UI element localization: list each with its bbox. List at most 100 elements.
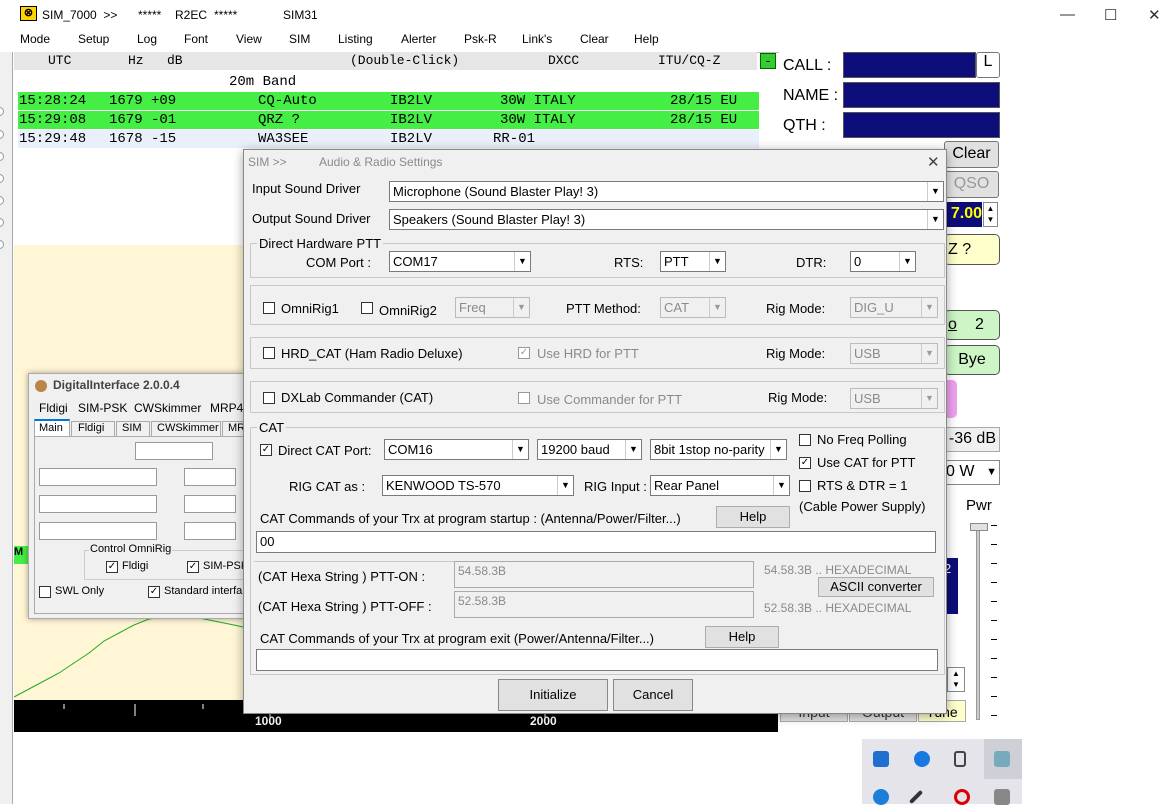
di-menu-simpsk[interactable]: SIM-PSK — [78, 401, 127, 415]
menu-sim[interactable]: SIM — [289, 32, 310, 46]
rig-mode-select-hrd[interactable]: USB ▼ — [850, 343, 938, 364]
usb-drive-icon[interactable] — [954, 751, 966, 767]
use-cat-ptt-checkbox[interactable]: ✓ — [799, 457, 811, 469]
di-tab-fldigi[interactable]: Fldigi — [71, 421, 115, 437]
spectrum-trace — [14, 612, 244, 698]
power-select[interactable]: 0 W ▼ — [944, 460, 1000, 485]
di-tab-cwskimmer[interactable]: CWSkimmer — [151, 421, 221, 437]
di-field[interactable] — [184, 495, 236, 513]
startup-help-button[interactable]: Help — [716, 506, 790, 528]
dialog-close-button[interactable]: ✕ — [927, 153, 940, 171]
rig-mode-select-omnirig[interactable]: DIG_U ▼ — [850, 297, 938, 318]
menu-alerter[interactable]: Alerter — [401, 32, 436, 46]
menu-help[interactable]: Help — [634, 32, 659, 46]
menu-mode[interactable]: Mode — [20, 32, 50, 46]
menu-log[interactable]: Log — [137, 32, 157, 46]
di-field[interactable] — [184, 468, 236, 486]
minimize-button[interactable]: — — [1060, 6, 1075, 23]
power-slider-thumb[interactable] — [970, 523, 988, 531]
di-tab-mr[interactable]: MR — [222, 421, 244, 437]
omnirig-freq-select[interactable]: Freq ▼ — [455, 297, 530, 318]
menu-setup[interactable]: Setup — [78, 32, 109, 46]
menu-clear[interactable]: Clear — [580, 32, 609, 46]
di-field[interactable] — [135, 442, 213, 460]
bye-button[interactable]: Bye — [944, 345, 1000, 375]
table-row[interactable]: 15:29:08 1679 -01 QRZ ? IB2LV 30W ITALY … — [18, 111, 759, 129]
direct-cat-checkbox[interactable]: ✓ — [260, 444, 272, 456]
omnirig1-checkbox[interactable] — [263, 302, 275, 314]
pen-icon[interactable] — [908, 789, 924, 805]
qrz-button[interactable]: Z ? — [944, 234, 1000, 265]
app-tray-icon[interactable] — [994, 751, 1010, 767]
frequency-spinner[interactable]: ▲ ▼ — [983, 202, 998, 227]
input-driver-label: Input Sound Driver — [252, 181, 361, 196]
edge-icon[interactable] — [873, 789, 889, 805]
network-icon[interactable] — [873, 751, 889, 767]
swl-checkbox[interactable] — [39, 586, 51, 598]
startup-commands-input[interactable]: 00 — [256, 531, 936, 553]
parity-select[interactable]: 8bit 1stop no-parity ▼ — [650, 439, 787, 460]
ptt-off-input[interactable]: 52.58.3B — [454, 591, 754, 618]
opera-icon[interactable] — [954, 789, 970, 805]
exit-commands-input[interactable] — [256, 649, 938, 671]
menu-font[interactable]: Font — [184, 32, 208, 46]
di-field[interactable] — [184, 522, 236, 540]
band-label: 20m Band — [229, 74, 297, 90]
simpsk-checkbox[interactable]: ✓ — [187, 561, 199, 573]
dtr-select[interactable]: 0 ▼ — [850, 251, 916, 272]
clear-button[interactable]: Clear — [944, 141, 999, 168]
menu-pskr[interactable]: Psk-R — [464, 32, 497, 46]
di-field[interactable] — [39, 468, 157, 486]
qth-field[interactable] — [843, 112, 1000, 138]
power-slider-track[interactable] — [976, 525, 980, 720]
table-row[interactable]: 15:29:48 1678 -15 WA3SEE IB2LV RR-01 — [18, 130, 759, 148]
rts-select[interactable]: PTT ▼ — [660, 251, 726, 272]
qso-o-button[interactable]: o 2 — [944, 310, 1000, 340]
level-spinner[interactable]: ▲ ▼ — [947, 667, 965, 692]
close-button[interactable]: ✕ — [1148, 6, 1161, 24]
name-field[interactable] — [843, 82, 1000, 108]
di-tab-sim[interactable]: SIM — [116, 421, 150, 437]
rig-mode-select-dxlab[interactable]: USB ▼ — [850, 388, 938, 409]
exit-help-button[interactable]: Help — [705, 626, 779, 648]
frequency-field[interactable]: 7.00 — [944, 202, 982, 227]
menu-links[interactable]: Link's — [522, 32, 552, 46]
rig-input-select[interactable]: Rear Panel ▼ — [650, 475, 790, 496]
fldigi-checkbox[interactable]: ✓ — [106, 561, 118, 573]
baud-select[interactable]: 19200 baud ▼ — [537, 439, 642, 460]
di-field[interactable] — [39, 522, 157, 540]
di-tab-main[interactable]: Main — [34, 419, 70, 437]
rig-input-label: RIG Input : — [584, 479, 647, 494]
l-button[interactable]: L — [976, 52, 1000, 78]
maximize-button[interactable]: ☐ — [1104, 6, 1117, 24]
output-driver-select[interactable]: Speakers (Sound Blaster Play! 3) ▼ — [389, 209, 944, 230]
ptt-method-select[interactable]: CAT ▼ — [660, 297, 726, 318]
ptt-on-input[interactable]: 54.58.3B — [454, 561, 754, 588]
table-row[interactable]: 15:28:24 1679 +09 CQ-Auto IB2LV 30W ITAL… — [18, 92, 759, 110]
di-field[interactable] — [39, 495, 157, 513]
input-driver-select[interactable]: Microphone (Sound Blaster Play! 3) ▼ — [389, 181, 944, 202]
collapse-button[interactable]: - — [760, 53, 776, 69]
no-freq-polling-checkbox[interactable] — [799, 434, 811, 446]
tool-icon[interactable] — [994, 789, 1010, 805]
dxlab-checkbox[interactable] — [263, 392, 275, 404]
use-commander-ptt-checkbox[interactable] — [518, 392, 530, 404]
menu-listing[interactable]: Listing — [338, 32, 373, 46]
menu-view[interactable]: View — [236, 32, 262, 46]
rts-dtr-checkbox[interactable] — [799, 480, 811, 492]
bluetooth-icon[interactable] — [914, 751, 930, 767]
com-port-select[interactable]: COM17 ▼ — [389, 251, 531, 272]
cat-port-select[interactable]: COM16 ▼ — [384, 439, 529, 460]
di-menu-fldigi[interactable]: Fldigi — [39, 401, 68, 415]
di-menu-cwskimmer[interactable]: CWSkimmer — [134, 401, 201, 415]
initialize-button[interactable]: Initialize — [498, 679, 608, 711]
qso-button[interactable]: QSO — [944, 171, 999, 198]
rig-cat-select[interactable]: KENWOOD TS-570 ▼ — [382, 475, 574, 496]
ascii-converter-button[interactable]: ASCII converter — [818, 577, 934, 597]
cancel-button[interactable]: Cancel — [613, 679, 693, 711]
omnirig2-checkbox[interactable] — [361, 302, 373, 314]
hrd-checkbox[interactable] — [263, 347, 275, 359]
use-hrd-ptt-checkbox[interactable]: ✓ — [518, 347, 530, 359]
standard-interface-checkbox[interactable]: ✓ — [148, 586, 160, 598]
call-field[interactable] — [843, 52, 976, 78]
